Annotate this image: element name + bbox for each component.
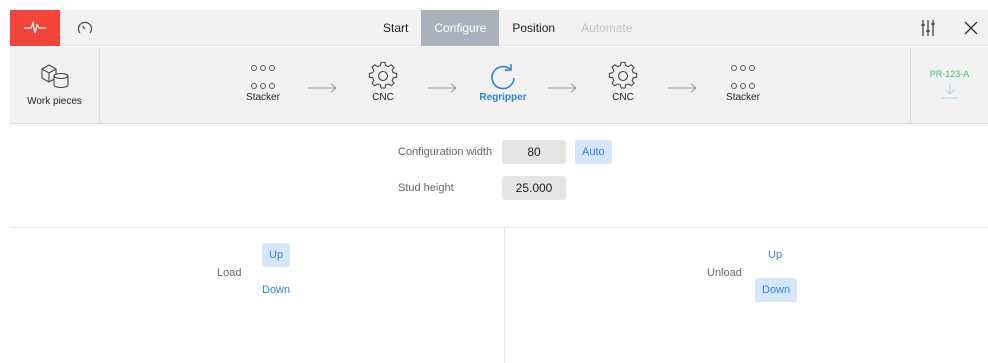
close-button[interactable]	[954, 10, 988, 46]
program-name: PR-123-A	[929, 69, 970, 79]
stud-height-label: Stud height	[398, 182, 454, 194]
unload-up-button[interactable]: Up	[761, 243, 789, 267]
load-label: Load	[217, 267, 242, 279]
close-icon	[964, 21, 978, 35]
flow-step-stacker-input[interactable]: Stacker	[223, 47, 303, 124]
work-pieces-label: Work pieces	[27, 96, 82, 107]
tab-start[interactable]: Start	[370, 10, 421, 46]
flow-step-cnc-1[interactable]: CNC	[343, 47, 423, 124]
auto-button[interactable]: Auto	[575, 140, 612, 164]
load-up-button[interactable]: Up	[262, 243, 291, 267]
flow-step-label: Regripper	[479, 92, 527, 103]
tab-automate: Automate	[581, 21, 633, 35]
stud-height-field[interactable]: 25.000	[502, 176, 566, 200]
pulse-icon	[24, 21, 46, 34]
arrow-right-icon	[428, 83, 457, 93]
regripper-rotate-icon	[491, 64, 515, 90]
flow-step-regripper[interactable]: Regripper	[463, 47, 543, 124]
alarm-button[interactable]	[10, 10, 60, 46]
gear-icon	[368, 61, 398, 89]
flow-step-cnc-2[interactable]: CNC	[583, 47, 663, 124]
unload-label: Unload	[707, 267, 742, 279]
download-icon	[941, 83, 958, 99]
arrow-right-icon	[668, 83, 697, 93]
arrow-right-icon	[308, 83, 337, 93]
tab-position[interactable]: Position	[499, 10, 568, 46]
flow-step-stacker-output[interactable]: Stacker	[703, 47, 783, 124]
settings-button[interactable]	[908, 10, 948, 46]
unload-down-button[interactable]: Down	[755, 278, 798, 302]
flow-step-label: CNC	[372, 92, 394, 103]
configuration-width-field[interactable]: 80	[502, 140, 566, 164]
program-download-button[interactable]: PR-123-A	[910, 47, 988, 124]
stacker-dots-icon	[731, 47, 755, 91]
load-down-button[interactable]: Down	[255, 278, 297, 302]
sliders-icon	[921, 20, 935, 36]
tab-configure[interactable]: Configure	[421, 10, 500, 46]
flow-step-label: Stacker	[726, 92, 760, 103]
work-pieces-icon	[40, 64, 69, 89]
divider	[10, 227, 988, 228]
work-pieces-button[interactable]: Work pieces	[10, 47, 100, 124]
gear-icon	[608, 61, 638, 89]
main-nav: Start Configure Position Automate	[370, 10, 645, 46]
stacker-dots-icon	[251, 47, 275, 91]
configuration-width-label: Configuration width	[398, 146, 493, 158]
arrow-right-icon	[548, 83, 577, 93]
divider	[504, 227, 505, 363]
flow-step-label: Stacker	[246, 92, 280, 103]
flow-step-label: CNC	[612, 92, 634, 103]
top-bar: Start Configure Position Automate	[10, 10, 988, 46]
gauge-icon	[77, 21, 93, 34]
dashboard-button[interactable]	[60, 10, 110, 46]
process-flow-bar: Work pieces Stacker CNC Regripper CNC St…	[10, 47, 988, 124]
